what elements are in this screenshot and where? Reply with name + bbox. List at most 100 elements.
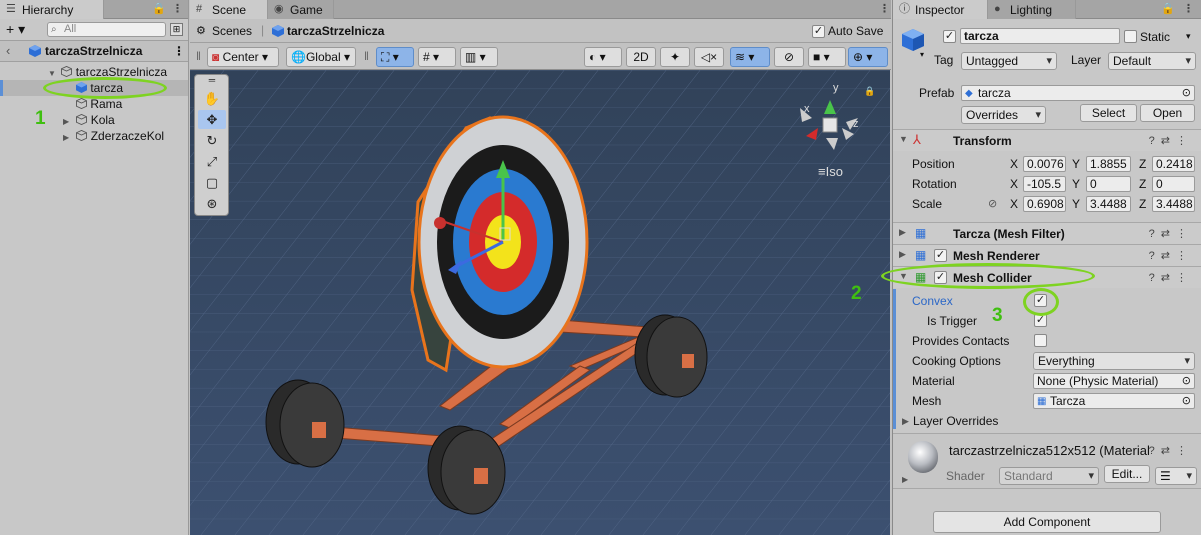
back-arrow-icon[interactable]: ‹ <box>6 43 10 58</box>
component-header-icons[interactable]: ?⇄⋮ <box>1149 444 1193 457</box>
hierarchy-item[interactable]: ▶ ZderzaczeKol <box>0 128 188 144</box>
prefab-open-button[interactable]: Open <box>1140 104 1195 122</box>
rect-tool-icon[interactable]: ▢ <box>198 173 226 192</box>
overlay-grip-icon[interactable]: ═ <box>198 76 226 85</box>
overrides-dropdown[interactable]: Overrides <box>961 106 1046 124</box>
component-header-icons[interactable]: ?⇄⋮ <box>1149 227 1193 240</box>
hand-tool-icon[interactable]: ✋ <box>198 89 226 108</box>
more-menu-icon[interactable]: ⋮ <box>172 2 183 15</box>
auto-save-checkbox[interactable]: ✓ <box>812 25 825 38</box>
tab-hierarchy[interactable]: ☰ Hierarchy <box>0 0 104 19</box>
mesh-value: Tarcza <box>1050 394 1086 408</box>
position-y-input[interactable]: 1.8855 <box>1086 156 1131 172</box>
draw-mode-dropdown[interactable]: ◐ ▾ <box>584 47 622 67</box>
grid-visibility-dropdown[interactable]: # ▾ <box>418 47 456 67</box>
layer-dropdown[interactable]: Default <box>1108 52 1196 70</box>
mesh-renderer-enabled-checkbox[interactable]: ✓ <box>934 249 947 262</box>
audio-toggle[interactable]: ◁× <box>694 47 724 67</box>
position-x-input[interactable]: 0.0076 <box>1023 156 1066 172</box>
object-picker-icon[interactable]: ⊙ <box>1182 394 1191 408</box>
scene-more-icon[interactable]: ⋮ <box>879 2 890 15</box>
gizmos-dropdown[interactable]: ⊕ ▾ <box>848 47 888 67</box>
active-checkbox[interactable]: ✓ <box>943 30 956 43</box>
object-picker-icon[interactable]: ⊙ <box>1182 374 1191 388</box>
tab-scene[interactable]: # Scene <box>190 0 268 19</box>
lock-icon[interactable]: 🔒 <box>152 2 166 15</box>
static-dropdown-icon[interactable]: ▾ <box>1186 31 1191 42</box>
hidden-objects-toggle[interactable]: ⊘ <box>774 47 804 67</box>
static-checkbox[interactable] <box>1124 30 1137 43</box>
scene-tabbar: # Scene ◉ Game ⋮ <box>190 0 891 19</box>
rotation-x-input[interactable]: -105.5 <box>1023 176 1066 192</box>
hierarchy-item[interactable]: ▶ Kola <box>0 112 188 128</box>
transform-tool-icon[interactable]: ⊛ <box>198 194 226 213</box>
increment-snap-dropdown[interactable]: ▥ ▾ <box>460 47 498 67</box>
component-header-icons[interactable]: ?⇄⋮ <box>1149 249 1193 262</box>
tag-dropdown[interactable]: Untagged <box>961 52 1057 70</box>
hierarchy-search-input[interactable]: ⌕ All <box>47 22 166 37</box>
grid-snap-toggle[interactable]: ⛶ ▾ <box>376 47 414 67</box>
space-label: Global <box>305 50 341 64</box>
gizmo-view-label[interactable]: ≡Iso <box>818 164 843 179</box>
mesh-filter-header[interactable]: ▶ ▦ Tarcza (Mesh Filter) ?⇄⋮ <box>893 222 1201 244</box>
tab-lighting[interactable]: ● Lighting <box>988 0 1076 19</box>
collapsed-arrow-icon[interactable]: ▶ <box>899 249 906 260</box>
mesh-field[interactable]: ▦ Tarcza ⊙ <box>1033 393 1195 409</box>
scale-y-input[interactable]: 3.4488 <box>1086 196 1131 212</box>
provides-contacts-checkbox[interactable] <box>1034 334 1047 347</box>
camera-dropdown[interactable]: ■ ▾ <box>808 47 846 67</box>
collapsed-arrow-icon[interactable]: ▶ <box>902 416 909 427</box>
add-object-button[interactable]: + ▾ <box>6 22 25 36</box>
pivot-label: Center <box>222 50 259 64</box>
info-icon: ⓘ <box>899 3 910 15</box>
constrain-proportions-icon[interactable]: ⊘ <box>988 197 997 210</box>
expanded-arrow-icon[interactable]: ▼ <box>899 134 908 144</box>
collapsed-arrow-icon[interactable]: ▶ <box>902 475 908 484</box>
layer-overrides-label[interactable]: Layer Overrides <box>913 414 998 428</box>
inspector-more-icon[interactable]: ⋮ <box>1183 2 1194 15</box>
gizmo-lock-icon[interactable]: 🔒 <box>864 86 875 97</box>
add-component-button[interactable]: Add Component <box>933 511 1161 533</box>
physic-material-field[interactable]: None (Physic Material) ⊙ <box>1033 373 1195 389</box>
object-name-input[interactable]: tarcza <box>960 28 1120 44</box>
object-icon-dropdown-icon[interactable]: ▾ <box>920 50 924 59</box>
cooking-options-label: Cooking Options <box>912 354 1001 368</box>
move-tool-icon[interactable]: ✥ <box>198 110 226 129</box>
shader-dropdown[interactable]: Standard <box>999 467 1099 485</box>
position-z-input[interactable]: 0.2418 <box>1152 156 1195 172</box>
tab-inspector[interactable]: ⓘ Inspector <box>893 0 988 19</box>
scale-z-input[interactable]: 3.4488 <box>1152 196 1195 212</box>
search-scope-icon[interactable]: ⊞ <box>170 23 183 36</box>
transform-header[interactable]: ▼ ⅄ Transform ?⇄⋮ <box>893 129 1201 151</box>
axis-y-label: Y <box>1072 157 1081 171</box>
2d-toggle[interactable]: 2D <box>626 47 656 67</box>
breadcrumb-root[interactable]: Scenes <box>212 24 252 38</box>
scene-more-icon[interactable]: ⋮ <box>173 44 185 58</box>
prefab-select-button[interactable]: Select <box>1080 104 1137 122</box>
shader-edit-button[interactable]: Edit... <box>1104 465 1150 483</box>
rotation-y-input[interactable]: 0 <box>1086 176 1131 192</box>
shader-options-dropdown[interactable]: ☰ <box>1155 467 1197 485</box>
scale-tool-icon[interactable]: ⤢ <box>198 152 226 171</box>
collapsed-arrow-icon[interactable]: ▶ <box>63 130 73 146</box>
prefab-field[interactable]: ◆ tarcza ⊙ <box>961 85 1195 101</box>
tab-game[interactable]: ◉ Game <box>268 0 334 19</box>
lighting-toggle[interactable]: ✦ <box>660 47 690 67</box>
space-dropdown[interactable]: 🌐Global ▾ <box>286 47 356 67</box>
object-picker-icon[interactable]: ⊙ <box>1182 86 1191 100</box>
inspector-lock-icon[interactable]: 🔒 <box>1161 2 1175 15</box>
scene-viewport[interactable] <box>190 70 890 535</box>
is-trigger-label: Is Trigger <box>927 314 978 328</box>
rotation-z-input[interactable]: 0 <box>1152 176 1195 192</box>
component-header-icons[interactable]: ?⇄⋮ <box>1149 134 1193 147</box>
collapsed-arrow-icon[interactable]: ▶ <box>899 227 906 238</box>
mesh-renderer-header[interactable]: ▶ ▦ ✓ Mesh Renderer ?⇄⋮ <box>893 244 1201 266</box>
rotate-tool-icon[interactable]: ↻ <box>198 131 226 150</box>
scale-x-input[interactable]: 0.6908 <box>1023 196 1066 212</box>
effects-dropdown[interactable]: ≋ ▾ <box>730 47 770 67</box>
hierarchy-item-label: Rama <box>90 97 123 111</box>
component-header-icons[interactable]: ?⇄⋮ <box>1149 271 1193 284</box>
cooking-options-dropdown[interactable]: Everything <box>1033 352 1195 370</box>
pivot-dropdown[interactable]: ◙ Center ▾ <box>207 47 279 67</box>
annotation-ring <box>43 77 167 99</box>
